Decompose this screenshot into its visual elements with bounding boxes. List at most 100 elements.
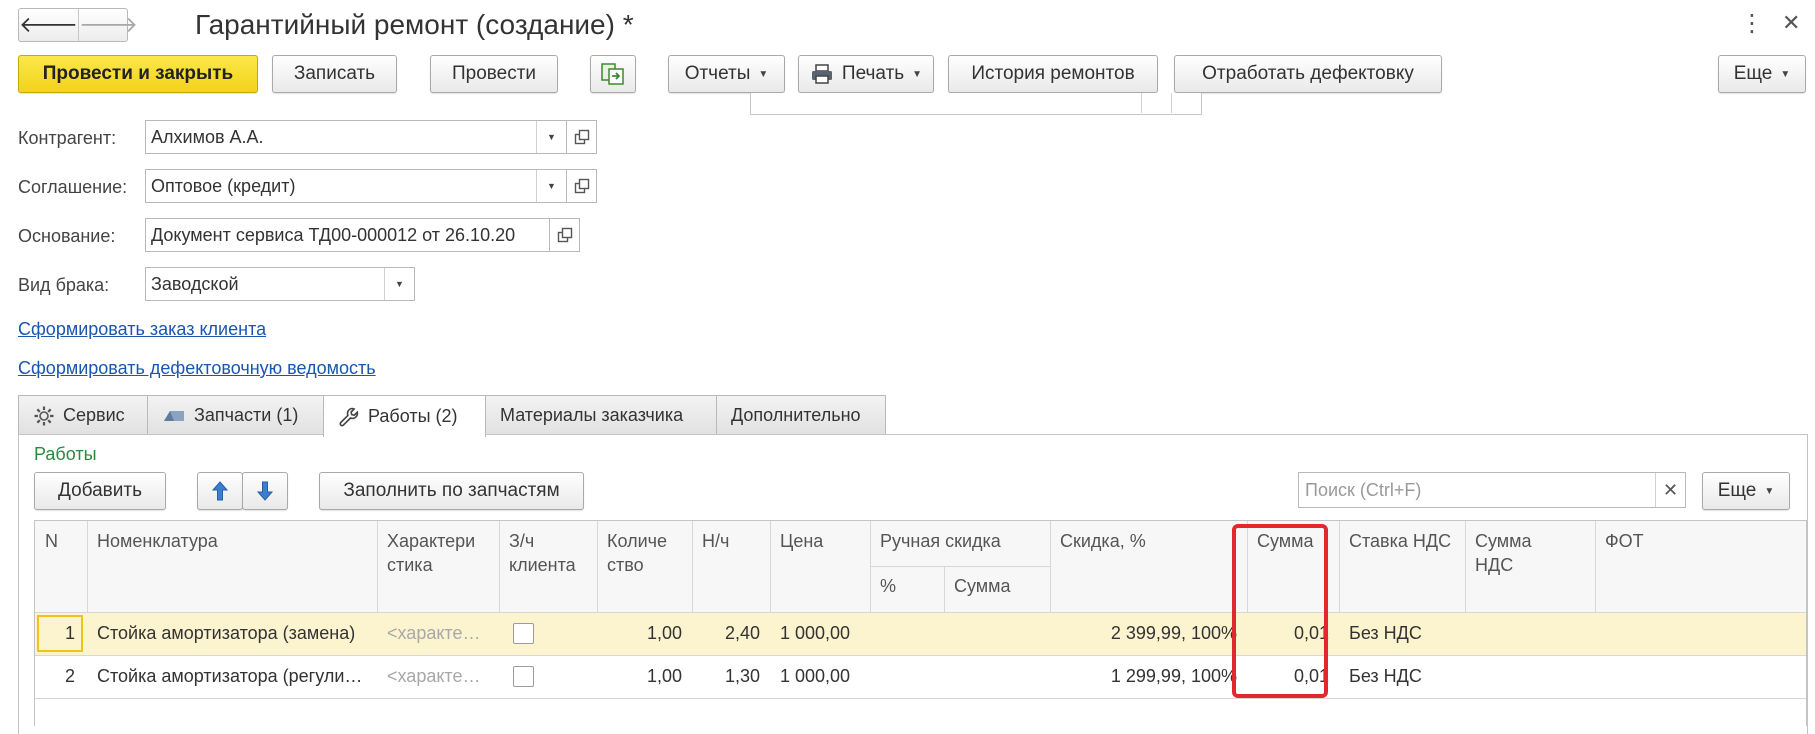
basis-field[interactable]: Документ сервиса ТД00-000012 от 26.10.20 — [145, 218, 550, 252]
agreement-value: Оптовое (кредит) — [151, 175, 296, 196]
col-header-quantity[interactable]: Количе ство — [597, 521, 692, 585]
col-header-manual-discount[interactable]: Ручная скидка — [870, 521, 1050, 561]
cell-vat-rate[interactable]: Без НДС — [1339, 613, 1465, 654]
cell-norm-hours[interactable]: 1,30 — [692, 656, 770, 697]
col-header-nomenclature[interactable]: Номенклатура — [87, 521, 377, 561]
tab-parts[interactable]: Запчасти (1) — [147, 395, 324, 435]
cell-characteristic[interactable]: <характеристика> — [377, 656, 499, 697]
works-table: N Номенклатура Характери стика З/ч клиен… — [34, 520, 1807, 726]
cell-payroll[interactable] — [1595, 613, 1795, 654]
agreement-field[interactable]: Оптовое (кредит) ▼ — [145, 169, 567, 203]
tab-additional[interactable]: Дополнительно — [716, 395, 886, 435]
table-row[interactable]: 1 Стойка амортизатора (замена) <характер… — [35, 613, 1806, 655]
more-button[interactable]: Еще ▼ — [1718, 55, 1806, 93]
counterparty-label: Контрагент: — [18, 128, 117, 148]
move-up-button[interactable] — [197, 472, 243, 510]
create-client-order-link[interactable]: Сформировать заказ клиента — [18, 318, 266, 340]
cell-vat-sum[interactable] — [1465, 656, 1595, 697]
cell-manual-discount-pct[interactable] — [870, 656, 944, 697]
tab-parts-label: Запчасти (1) — [194, 405, 299, 425]
post-and-close-button[interactable]: Провести и закрыть — [18, 55, 258, 93]
printer-icon — [811, 64, 832, 84]
post-button[interactable]: Провести — [430, 55, 558, 93]
open-link-icon[interactable] — [550, 218, 580, 252]
reports-button[interactable]: Отчеты ▼ — [668, 55, 785, 93]
cell-manual-discount-pct[interactable] — [870, 613, 944, 654]
process-defects-button[interactable]: Отработать дефектовку — [1174, 55, 1442, 93]
cell-manual-discount-sum[interactable] — [944, 656, 1050, 697]
col-header-payroll[interactable]: ФОТ — [1595, 521, 1795, 561]
table-row[interactable]: 2 Стойка амортизатора (регулировка) <хар… — [35, 656, 1806, 698]
cell-nomenclature[interactable]: Стойка амортизатора (регулировка) — [87, 656, 377, 697]
open-window-icon — [574, 129, 589, 145]
cell-price[interactable]: 1 000,00 — [770, 656, 870, 697]
create-defect-sheet-link[interactable]: Сформировать дефектовочную ведомость — [18, 357, 376, 379]
cell-discount[interactable]: 1 299,99, 100% — [1050, 656, 1247, 697]
cell-nomenclature[interactable]: Стойка амортизатора (замена) — [87, 613, 377, 654]
repair-history-button[interactable]: История ремонтов — [948, 55, 1158, 93]
col-header-characteristic[interactable]: Характери стика — [377, 521, 499, 585]
cell-characteristic[interactable]: <характеристика> — [377, 613, 499, 654]
tab-works[interactable]: Работы (2) — [323, 395, 486, 437]
open-window-icon — [557, 227, 572, 243]
col-header-vat-sum[interactable]: Сумма НДС — [1465, 521, 1580, 585]
save-button[interactable]: Записать — [272, 55, 397, 93]
cell-manual-discount-sum[interactable] — [944, 613, 1050, 654]
window-title: Гарантийный ремонт (создание) * — [195, 9, 634, 40]
cell-payroll[interactable] — [1595, 656, 1795, 697]
client-parts-checkbox[interactable] — [513, 623, 534, 644]
more-actions-icon[interactable]: ⋮ — [1740, 10, 1764, 38]
arrow-up-icon — [211, 481, 229, 501]
cell-price[interactable]: 1 000,00 — [770, 613, 870, 654]
open-link-icon[interactable] — [567, 120, 597, 154]
col-header-manual-discount-sum[interactable]: Сумма — [944, 566, 1050, 606]
print-button[interactable]: Печать ▼ — [798, 55, 934, 93]
arrow-down-icon — [256, 481, 274, 501]
fill-by-parts-button[interactable]: Заполнить по запчастям — [319, 472, 584, 510]
move-down-button[interactable] — [242, 472, 288, 510]
col-header-n[interactable]: N — [35, 521, 87, 561]
col-header-price[interactable]: Цена — [770, 521, 870, 561]
clear-search-icon[interactable]: ✕ — [1655, 473, 1685, 507]
grid-line — [1465, 521, 1466, 612]
defect-type-value: Заводской — [151, 273, 239, 294]
close-icon[interactable]: ✕ — [1782, 9, 1800, 37]
works-more-button[interactable]: Еще ▼ — [1702, 472, 1790, 510]
add-row-button[interactable]: Добавить — [34, 472, 166, 510]
cell-vat-sum[interactable] — [1465, 613, 1595, 654]
tab-client-materials[interactable]: Материалы заказчика — [485, 395, 717, 435]
dropdown-arrow-icon[interactable]: ▼ — [536, 170, 566, 202]
search-input[interactable] — [1299, 473, 1655, 507]
cell-quantity[interactable]: 1,00 — [597, 656, 692, 697]
col-header-norm-hours[interactable]: Н/ч — [692, 521, 770, 561]
counterparty-field[interactable]: Алхимов А.А. ▼ — [145, 120, 567, 154]
parts-icon — [164, 410, 184, 421]
col-header-vat-rate[interactable]: Ставка НДС — [1339, 521, 1483, 561]
related-documents-button[interactable] — [590, 55, 636, 93]
process-defects-label: Отработать дефектовку — [1202, 63, 1414, 84]
dropdown-arrow-icon[interactable]: ▼ — [384, 268, 414, 300]
grid-line — [770, 521, 771, 612]
field-divider — [1171, 93, 1172, 113]
back-arrow-icon[interactable]: 🡐 — [19, 9, 78, 41]
search-box[interactable]: ✕ — [1298, 472, 1686, 508]
col-header-discount-pct[interactable]: Скидка, % — [1050, 521, 1247, 561]
defect-type-field[interactable]: Заводской ▼ — [145, 267, 415, 301]
cell-norm-hours[interactable]: 2,40 — [692, 613, 770, 654]
forward-arrow-icon[interactable]: 🡒 — [78, 9, 138, 41]
cell-discount[interactable]: 2 399,99, 100% — [1050, 613, 1247, 654]
reports-label: Отчеты — [684, 63, 751, 84]
col-header-client-parts[interactable]: З/ч клиента — [499, 521, 597, 585]
cell-n[interactable]: 2 — [35, 656, 85, 697]
repair-history-label: История ремонтов — [971, 63, 1135, 84]
dropdown-arrow-icon[interactable]: ▼ — [536, 121, 566, 153]
col-header-manual-discount-pct[interactable]: % — [870, 566, 944, 606]
cell-vat-rate[interactable]: Без НДС — [1339, 656, 1465, 697]
open-link-icon[interactable] — [567, 169, 597, 203]
cell-n[interactable]: 1 — [35, 613, 85, 654]
tab-service[interactable]: Сервис — [18, 395, 148, 435]
print-label: Печать — [841, 63, 905, 84]
hidden-field-fragment — [750, 93, 1202, 115]
client-parts-checkbox[interactable] — [513, 666, 534, 687]
cell-quantity[interactable]: 1,00 — [597, 613, 692, 654]
